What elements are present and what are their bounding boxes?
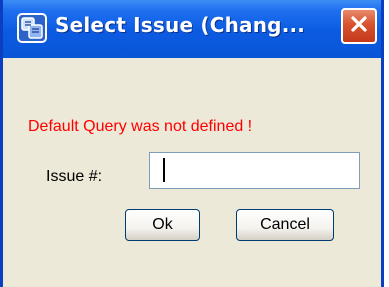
close-button[interactable]	[341, 8, 377, 44]
text-caret	[163, 158, 165, 182]
dialog-body: Default Query was not defined ! Issue #:…	[3, 58, 381, 287]
title-bar[interactable]: Select Issue (Chang...	[3, 0, 381, 58]
ok-button[interactable]: Ok	[125, 209, 200, 241]
cancel-button[interactable]: Cancel	[236, 209, 334, 241]
error-message: Default Query was not defined !	[28, 118, 253, 135]
dialog-window: Select Issue (Chang... Default Query was…	[0, 0, 384, 287]
close-icon	[348, 13, 370, 40]
window-title: Select Issue (Chang...	[55, 13, 306, 37]
app-icon	[17, 13, 47, 43]
issue-label: Issue #:	[46, 168, 103, 185]
issue-number-input[interactable]	[149, 152, 360, 189]
